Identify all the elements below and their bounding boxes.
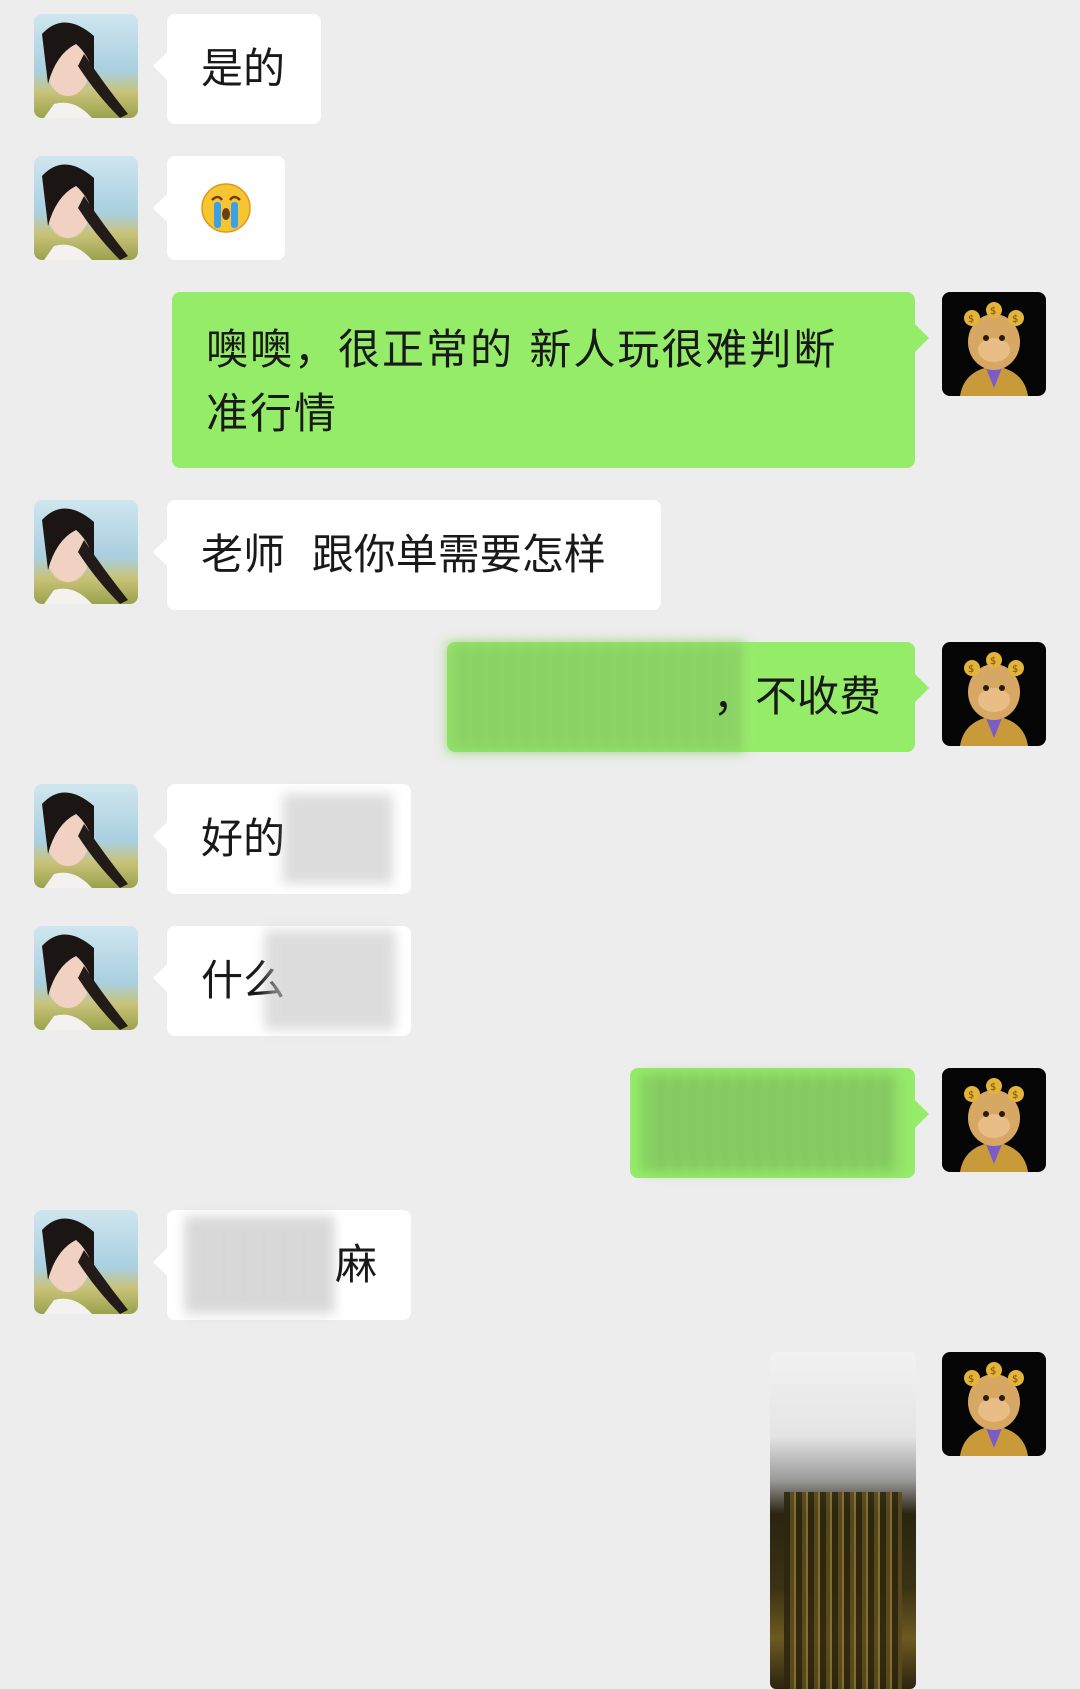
redacted-text xyxy=(267,930,397,1030)
svg-text:$: $ xyxy=(990,1366,996,1377)
incoming-message-bubble[interactable]: 好的 xyxy=(153,784,411,894)
girl-avatar-icon xyxy=(34,926,138,1030)
girl-avatar-icon xyxy=(34,14,138,118)
message-text: 麻 xyxy=(334,1240,377,1289)
incoming-message-bubble[interactable] xyxy=(153,156,285,260)
contact-avatar[interactable] xyxy=(34,1210,138,1314)
message-text: 是的 xyxy=(201,44,286,93)
outgoing-message-bubble[interactable]: 噢噢，很正常的 新人玩很难判断准行情 xyxy=(172,292,929,468)
self-avatar[interactable]: $ $ $ xyxy=(942,642,1046,746)
message-row: 什么 xyxy=(0,926,1080,1036)
svg-text:$: $ xyxy=(990,306,996,317)
outgoing-message-bubble[interactable] xyxy=(630,1068,929,1178)
svg-text:$: $ xyxy=(1012,1374,1018,1385)
svg-text:$: $ xyxy=(968,1090,974,1101)
outgoing-message-bubble[interactable]: ，不收费 xyxy=(447,642,929,752)
redacted-text xyxy=(285,794,395,884)
girl-avatar-icon xyxy=(34,500,138,604)
message-text: 好的 xyxy=(201,814,286,863)
incoming-message-bubble[interactable]: 是的 xyxy=(153,14,321,124)
svg-text:$: $ xyxy=(1012,1090,1018,1101)
video-frame xyxy=(784,1492,902,1689)
message-text: ，不收费 xyxy=(712,672,881,721)
message-row: 老师 跟你单需要怎样 xyxy=(0,500,1080,610)
redacted-text xyxy=(644,1074,900,1172)
girl-avatar-icon xyxy=(34,1210,138,1314)
contact-avatar[interactable] xyxy=(34,14,138,118)
svg-text:$: $ xyxy=(990,1082,996,1093)
redacted-text xyxy=(187,1216,337,1314)
message-row: $ $ $ xyxy=(0,1068,1080,1178)
self-avatar[interactable]: $ $ $ xyxy=(942,292,1046,396)
message-text: 噢噢，很正常的 新人玩很难判断准行情 xyxy=(206,325,838,438)
message-text: 老师 跟你单需要怎样 xyxy=(201,530,606,579)
incoming-message-bubble[interactable]: 老师 跟你单需要怎样 xyxy=(153,500,661,610)
message-row: 噢噢，很正常的 新人玩很难判断准行情 $ $ $ xyxy=(0,292,1080,468)
message-row: 是的 xyxy=(0,14,1080,124)
incoming-message-bubble[interactable]: 什么 xyxy=(153,926,411,1036)
incoming-message-bubble[interactable]: 麻 xyxy=(153,1210,411,1320)
self-avatar[interactable]: $ $ $ xyxy=(942,1068,1046,1172)
svg-text:$: $ xyxy=(990,656,996,667)
contact-avatar[interactable] xyxy=(34,156,138,260)
crying-face-emoji-icon xyxy=(201,183,251,233)
svg-text:$: $ xyxy=(1012,314,1018,325)
girl-avatar-icon xyxy=(34,156,138,260)
message-row: 好的 xyxy=(0,784,1080,894)
redacted-text xyxy=(447,642,747,752)
message-row: 麻 xyxy=(0,1210,1080,1320)
message-row xyxy=(0,156,1080,260)
contact-avatar[interactable] xyxy=(34,926,138,1030)
monkey-avatar-icon: $ $ $ xyxy=(942,292,1046,396)
self-avatar[interactable]: $ $ $ xyxy=(942,1352,1046,1456)
video-thumbnail[interactable] xyxy=(770,1352,916,1689)
svg-text:$: $ xyxy=(968,314,974,325)
girl-avatar-icon xyxy=(34,784,138,888)
contact-avatar[interactable] xyxy=(34,784,138,888)
message-row: $ $ $ xyxy=(0,1352,1080,1689)
monkey-avatar-icon: $ $ $ xyxy=(942,1068,1046,1172)
contact-avatar[interactable] xyxy=(34,500,138,604)
svg-text:$: $ xyxy=(968,664,974,675)
message-row: ，不收费 $ $ $ xyxy=(0,642,1080,752)
svg-text:$: $ xyxy=(1012,664,1018,675)
monkey-avatar-icon: $ $ $ xyxy=(942,642,1046,746)
svg-text:$: $ xyxy=(968,1374,974,1385)
monkey-avatar-icon: $ $ $ xyxy=(942,1352,1046,1456)
